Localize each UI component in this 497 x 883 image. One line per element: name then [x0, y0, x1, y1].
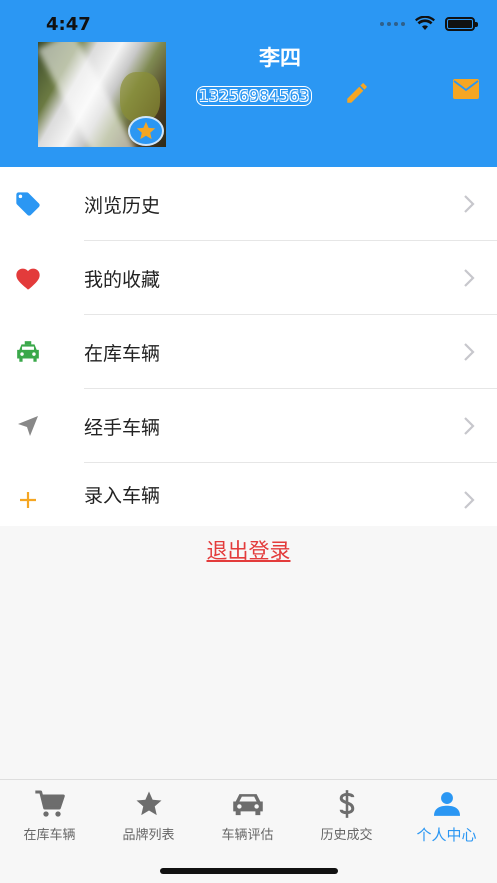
logout-link[interactable]: 退出登录 — [0, 535, 497, 565]
menu-item-handled[interactable]: 经手车辆 — [0, 389, 497, 463]
menu-item-in-stock[interactable]: 在库车辆 — [0, 315, 497, 389]
chevron-right-icon — [464, 417, 475, 435]
wifi-icon — [415, 16, 435, 30]
tab-in-stock[interactable]: 在库车辆 — [0, 788, 99, 843]
menu-item-label: 我的收藏 — [84, 268, 161, 291]
tab-label: 车辆评估 — [221, 828, 274, 843]
tab-brands[interactable]: 品牌列表 — [99, 788, 198, 843]
chevron-right-icon — [464, 195, 475, 213]
person-icon — [396, 788, 497, 820]
car-icon — [198, 788, 297, 820]
tab-profile[interactable]: 个人中心 — [396, 788, 497, 845]
user-name: 李四 — [259, 46, 301, 70]
menu-item-label: 浏览历史 — [84, 194, 161, 217]
tab-history-deals[interactable]: 历史成交 — [297, 788, 396, 843]
plus-icon — [14, 486, 42, 514]
status-icons — [380, 16, 478, 31]
menu-item-browse-history[interactable]: 浏览历史 — [0, 167, 497, 241]
taxi-icon — [14, 338, 42, 366]
signal-icon — [380, 21, 405, 26]
menu-item-add-vehicle[interactable]: 录入车辆 — [0, 463, 497, 526]
profile-header: 4:47 李四 13256984563 — [0, 0, 497, 167]
tab-evaluation[interactable]: 车辆评估 — [198, 788, 297, 843]
chevron-right-icon — [464, 491, 475, 509]
menu-list: 浏览历史 我的收藏 在库车辆 经手车辆 录入车辆 — [0, 167, 497, 526]
tab-label: 品牌列表 — [122, 828, 175, 843]
menu-item-label: 录入车辆 — [84, 485, 161, 507]
star-icon — [99, 788, 198, 820]
star-badge-icon — [128, 116, 164, 146]
battery-icon — [445, 16, 478, 31]
edit-pencil-icon[interactable] — [344, 80, 370, 106]
cart-icon — [0, 788, 99, 820]
chevron-right-icon — [464, 343, 475, 361]
tab-label: 个人中心 — [416, 826, 477, 844]
heart-icon — [14, 264, 42, 292]
home-indicator — [160, 868, 338, 874]
menu-item-label: 在库车辆 — [84, 342, 161, 365]
menu-item-favorites[interactable]: 我的收藏 — [0, 241, 497, 315]
chevron-right-icon — [464, 269, 475, 287]
menu-item-label: 经手车辆 — [84, 416, 161, 439]
tab-label: 在库车辆 — [23, 828, 76, 843]
mail-icon[interactable] — [452, 78, 480, 100]
tab-label: 历史成交 — [320, 828, 373, 843]
dollar-icon — [297, 788, 396, 820]
tag-icon — [14, 190, 42, 218]
user-phone: 13256984563 — [196, 86, 313, 106]
send-icon — [14, 412, 42, 440]
status-time: 4:47 — [46, 14, 91, 35]
